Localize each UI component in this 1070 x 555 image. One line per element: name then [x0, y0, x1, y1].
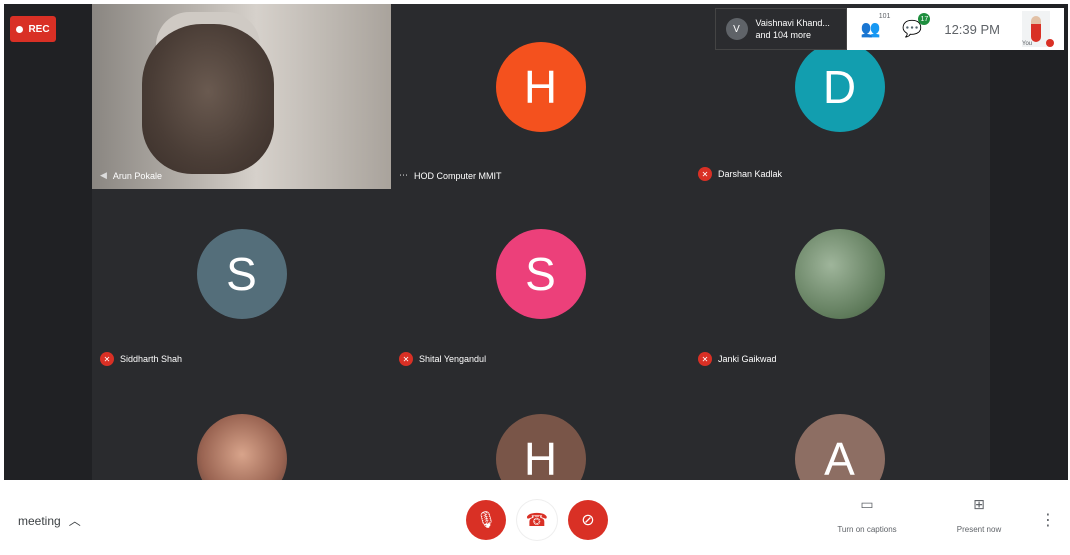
participant-tile[interactable]: S ✕ Shital Yengandul — [391, 189, 690, 374]
participant-avatar: A — [794, 414, 885, 480]
participant-tile[interactable]: S ✕ Siddharth Shah — [92, 189, 391, 374]
camera-toggle-button[interactable]: ⊘ — [568, 500, 608, 540]
captions-label: Turn on captions — [837, 525, 897, 534]
meeting-stage: REC ◀ Arun Pokale H ⋯ HOD Computer MMIT … — [4, 4, 1068, 480]
participants-chip-name: Vaishnavi Khand... — [755, 18, 830, 28]
participant-video — [142, 24, 274, 174]
participant-photo — [794, 229, 885, 319]
recording-label: REC — [28, 23, 50, 35]
chevron-up-icon: ︿ — [68, 514, 81, 528]
participants-chip[interactable]: V Vaishnavi Khand... and 104 more — [714, 8, 847, 50]
speaking-icon: ◀ — [100, 170, 107, 180]
mic-off-icon: ✕ — [399, 352, 413, 366]
recording-badge: REC — [10, 16, 56, 42]
participant-tile[interactable]: ✕ Janki Gaikwad — [690, 189, 989, 374]
present-label: Present now — [956, 525, 1002, 534]
participant-name: Janki Gaikwad — [718, 354, 777, 364]
mic-off-icon: ✕ — [698, 352, 712, 366]
participant-avatar: D — [794, 42, 885, 132]
participant-avatar-small: V — [725, 18, 748, 40]
top-bar: V Vaishnavi Khand... and 104 more 👥 101 💬… — [714, 8, 1064, 50]
participant-tile[interactable]: A — [690, 374, 989, 480]
chat-badge: 17 — [918, 13, 931, 25]
present-button[interactable]: ⊞ Present now — [934, 496, 1024, 537]
clock: 12:39 PM — [944, 21, 1000, 37]
hang-up-icon: ☎ — [525, 509, 549, 530]
more-options-icon[interactable]: ⋮ — [1040, 510, 1056, 530]
chat-icon[interactable]: 💬 17 — [902, 13, 931, 39]
participant-count: 101 — [878, 13, 891, 20]
mic-off-icon: ✕ — [100, 352, 114, 366]
mic-off-icon: ✕ — [698, 167, 712, 181]
participant-tile[interactable]: H ⋯ HOD Computer MMIT — [391, 4, 690, 189]
participant-tile[interactable]: ◀ Arun Pokale — [92, 4, 391, 189]
participant-avatar: H — [495, 414, 586, 480]
camera-off-icon: ⊘ — [581, 512, 595, 529]
participant-name: Arun Pokale — [112, 170, 162, 181]
captions-icon: ▭ — [860, 496, 874, 512]
more-dots-icon: ⋯ — [399, 170, 408, 180]
participant-photo — [196, 414, 287, 480]
mic-off-icon: 🎙 — [475, 512, 497, 529]
meeting-details-button[interactable]: meeting ︿ — [18, 512, 81, 529]
participant-name: HOD Computer MMIT — [414, 170, 502, 181]
people-icon[interactable]: 👥 101 — [861, 13, 891, 39]
participant-name: Siddharth Shah — [120, 354, 183, 364]
leave-call-button[interactable]: ☎ — [517, 500, 557, 540]
recording-dot-icon — [16, 25, 24, 33]
participant-avatar: S — [495, 229, 586, 319]
participant-tile[interactable]: H — [391, 374, 690, 480]
present-icon: ⊞ — [973, 496, 985, 512]
bottom-bar: meeting ︿ 🎙 ☎ ⊘ ▭ Turn on captions ⊞ Pre… — [0, 482, 1070, 555]
participant-avatar: S — [196, 229, 287, 319]
participant-tile[interactable] — [92, 374, 391, 480]
mic-toggle-button[interactable]: 🎙 — [466, 500, 506, 540]
self-label: You — [1022, 41, 1033, 47]
participants-chip-more: and 104 more — [755, 30, 812, 40]
self-view[interactable]: You — [1022, 11, 1054, 47]
participant-name: Darshan Kadlak — [718, 169, 783, 179]
captions-button[interactable]: ▭ Turn on captions — [822, 496, 912, 537]
alert-dot-icon — [1046, 39, 1054, 47]
meeting-details-label: meeting — [18, 513, 61, 528]
participant-avatar: H — [495, 42, 586, 132]
participant-name: Shital Yengandul — [419, 354, 487, 364]
